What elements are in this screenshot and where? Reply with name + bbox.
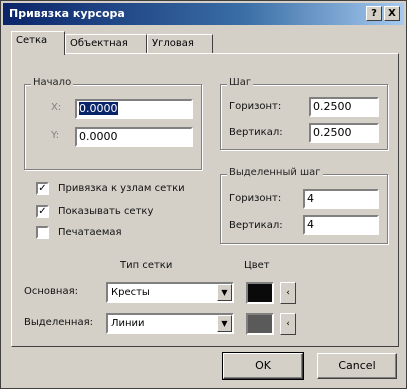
snap-to-grid-checkbox[interactable]: ✓ <box>36 182 49 195</box>
grid-type-header: Тип сетки <box>120 260 173 271</box>
origin-x-value: 0.0000 <box>79 102 118 115</box>
main-grid-type-value: Кресты <box>111 287 150 298</box>
main-color-swatch[interactable] <box>246 282 274 304</box>
step-horiz-label: Горизонт: <box>229 101 282 112</box>
show-grid-checkbox[interactable]: ✓ <box>36 205 49 218</box>
chevron-down-icon[interactable]: ▼ <box>217 284 232 301</box>
origin-y-label: Y: <box>51 130 60 141</box>
major-horiz-label: Горизонт: <box>229 193 282 204</box>
tab-grid[interactable]: Сетка <box>11 31 65 55</box>
major-step-group: Выделенный шаг Горизонт: 4 Вертикал: 4 <box>220 167 388 244</box>
main-grid-type-select[interactable]: Кресты ▼ <box>106 282 234 303</box>
dialog-title: Привязка курсора <box>9 7 125 20</box>
major-step-group-label: Выделенный шаг <box>227 167 323 178</box>
printable-label: Печатаемая <box>58 227 122 238</box>
origin-group-label: Начало <box>31 77 74 88</box>
step-vert-input[interactable]: 0.2500 <box>309 123 379 143</box>
origin-x-label: X: <box>51 102 62 113</box>
major-vert-label: Вертикал: <box>229 220 283 231</box>
step-group: Шаг Горизонт: 0.2500 Вертикал: 0.2500 <box>220 77 388 150</box>
step-horiz-input[interactable]: 0.2500 <box>309 97 379 117</box>
tab-angular[interactable]: Угловая <box>147 34 213 54</box>
major-vert-input[interactable]: 4 <box>303 215 379 235</box>
title-bar: Привязка курсора ? X <box>3 3 404 25</box>
major-grid-type-value: Линии <box>111 318 145 329</box>
ok-button[interactable]: OK <box>222 352 304 380</box>
show-grid-label: Показывать сетку <box>58 206 154 217</box>
step-group-label: Шаг <box>227 77 254 88</box>
major-color-picker-button[interactable]: ‹ <box>280 313 296 335</box>
cursor-snap-dialog: Привязка курсора ? X Сетка Объектная Угл… <box>0 0 407 389</box>
snap-to-grid-label: Привязка к узлам сетки <box>58 183 185 194</box>
main-color-picker-button[interactable]: ‹ <box>280 282 296 304</box>
major-color-swatch[interactable] <box>246 313 274 335</box>
chevron-down-icon[interactable]: ▼ <box>217 315 232 332</box>
origin-group: Начало X: 0.0000 Y: 0.0000 <box>24 77 202 170</box>
help-button[interactable]: ? <box>366 6 382 21</box>
close-button[interactable]: X <box>384 6 400 21</box>
major-grid-label: Выделенная: <box>24 317 93 328</box>
major-horiz-input[interactable]: 4 <box>303 189 379 209</box>
main-grid-label: Основная: <box>24 286 78 297</box>
tab-object[interactable]: Объектная <box>65 34 147 54</box>
origin-y-input[interactable]: 0.0000 <box>75 127 193 147</box>
cancel-button[interactable]: Cancel <box>317 353 397 379</box>
origin-x-input[interactable]: 0.0000 <box>75 99 193 119</box>
grid-tab-panel: Начало X: 0.0000 Y: 0.0000 Шаг Горизонт:… <box>11 53 399 347</box>
color-header: Цвет <box>244 260 270 271</box>
major-grid-type-select[interactable]: Линии ▼ <box>106 313 234 334</box>
printable-checkbox[interactable] <box>36 226 49 239</box>
step-vert-label: Вертикал: <box>229 127 283 138</box>
